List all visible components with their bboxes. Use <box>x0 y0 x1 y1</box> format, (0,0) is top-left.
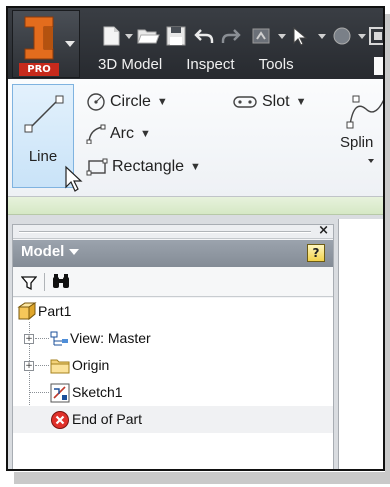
grip-line <box>19 231 311 233</box>
expand-icon[interactable]: + <box>24 334 34 344</box>
app-window: PRO 3D Model Inspect Tools Line Circle ▼… <box>6 6 385 471</box>
arc-label: Arc <box>110 125 134 143</box>
arc-dropdown-icon[interactable]: ▼ <box>140 123 151 145</box>
folder-icon <box>50 359 70 374</box>
graphics-window[interactable] <box>338 219 383 469</box>
browser-header[interactable]: Model ? <box>13 240 333 267</box>
tab-tools[interactable]: Tools <box>247 53 306 77</box>
save-icon[interactable] <box>165 24 187 48</box>
line-icon <box>24 95 64 133</box>
rectangle-dropdown-icon[interactable]: ▼ <box>190 156 201 178</box>
view-rep-icon <box>50 331 68 346</box>
rectangle-label: Rectangle <box>112 158 185 176</box>
ribbon-tabs: 3D Model Inspect Tools <box>86 53 306 77</box>
spline-icon[interactable] <box>346 91 385 131</box>
browser-grip-bar[interactable]: × <box>13 223 333 239</box>
update-dropdown-icon[interactable] <box>278 34 286 39</box>
expand-icon[interactable]: + <box>24 361 34 371</box>
browser-title[interactable]: Model <box>21 243 80 260</box>
tree-item-view-master[interactable]: + View: Master <box>13 325 333 352</box>
part-icon <box>17 302 37 321</box>
slot-icon <box>233 96 257 108</box>
toolbar-divider <box>44 273 45 291</box>
redo-icon[interactable] <box>220 24 242 48</box>
browser-toolbar <box>13 267 333 297</box>
select-icon[interactable] <box>290 24 314 48</box>
new-file-dropdown-icon[interactable] <box>125 34 133 39</box>
arc-tool[interactable]: Arc ▼ <box>86 123 151 145</box>
arc-icon <box>86 124 106 144</box>
circle-dropdown-icon[interactable]: ▼ <box>157 91 168 113</box>
tree-item-label: End of Part <box>72 411 143 427</box>
undo-icon[interactable] <box>193 24 215 48</box>
tree-item-label: Origin <box>72 357 110 373</box>
tree-item-label: View: Master <box>70 330 151 346</box>
slot-label: Slot <box>262 93 290 111</box>
tree-item-sketch1[interactable]: Sketch1 <box>13 379 333 406</box>
filter-icon[interactable] <box>21 275 37 291</box>
spline-dropdown-icon[interactable] <box>368 159 374 163</box>
ribbon-panel: Line Circle ▼ Arc ▼ Rectangle ▼ Slot ▼ S… <box>8 79 385 197</box>
material-icon[interactable] <box>330 24 354 48</box>
tab-inspect[interactable]: Inspect <box>174 53 246 77</box>
end-of-part-icon <box>51 411 69 429</box>
tab-3d-model[interactable]: 3D Model <box>86 53 174 77</box>
tree-item-label: Part1 <box>38 303 72 319</box>
circle-icon <box>87 93 105 111</box>
browser-title-text: Model <box>21 243 65 260</box>
inventor-logo-icon <box>24 16 54 60</box>
tree-item-part1[interactable]: Part1 <box>13 298 333 325</box>
model-browser: × Model ? Part1 + View: Master + Origin … <box>12 223 334 469</box>
drop-shadow-right <box>385 14 390 484</box>
help-icon[interactable]: ? <box>307 244 325 262</box>
title-bar: PRO 3D Model Inspect Tools <box>8 8 385 79</box>
tree-item-end-of-part[interactable]: End of Part <box>13 406 333 433</box>
chevron-down-icon <box>69 249 80 256</box>
update-icon[interactable] <box>251 24 275 48</box>
slot-tool[interactable]: Slot ▼ <box>232 91 306 113</box>
spline-label[interactable]: Splin <box>340 134 373 151</box>
tree-item-origin[interactable]: + Origin <box>13 352 333 379</box>
close-icon[interactable]: × <box>318 223 329 239</box>
chevron-down-icon <box>65 41 75 47</box>
pro-badge: PRO <box>19 63 59 76</box>
material-dropdown-icon[interactable] <box>358 34 366 39</box>
circle-label: Circle <box>110 93 151 111</box>
appearance-icon[interactable] <box>368 24 385 48</box>
tab-overflow-edge[interactable] <box>374 57 383 75</box>
slot-dropdown-icon[interactable]: ▼ <box>296 91 307 113</box>
drop-shadow <box>14 472 390 484</box>
select-dropdown-icon[interactable] <box>318 34 326 39</box>
open-folder-icon[interactable] <box>136 24 160 48</box>
application-menu-button[interactable]: PRO <box>12 10 80 78</box>
line-label: Line <box>28 148 58 165</box>
binoculars-icon[interactable] <box>51 273 71 291</box>
ribbon-panel-title-strip <box>8 197 383 215</box>
tree-item-label: Sketch1 <box>72 384 123 400</box>
mouse-pointer-icon <box>65 165 83 192</box>
rectangle-tool[interactable]: Rectangle ▼ <box>86 156 201 178</box>
model-tree: Part1 + View: Master + Origin Sketch1 En… <box>13 298 333 469</box>
sketch-icon <box>50 383 70 403</box>
rectangle-icon <box>86 158 108 176</box>
circle-tool[interactable]: Circle ▼ <box>86 91 168 113</box>
new-file-icon[interactable] <box>100 24 122 48</box>
